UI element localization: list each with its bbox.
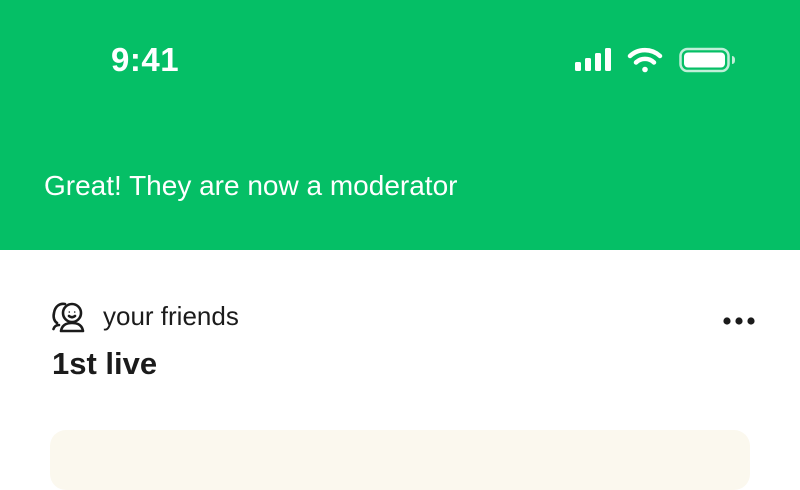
battery-icon bbox=[679, 47, 735, 73]
more-options-button[interactable] bbox=[716, 305, 762, 337]
success-banner: 9:41 Great! They are now a moderator bbox=[0, 0, 800, 250]
content-card bbox=[50, 430, 750, 490]
friends-icon bbox=[52, 302, 85, 333]
status-icons bbox=[575, 47, 735, 73]
audience-row: your friends bbox=[50, 298, 239, 334]
wifi-icon bbox=[627, 47, 663, 73]
banner-message: Great! They are now a moderator bbox=[44, 170, 458, 201]
stream-title: 1st live bbox=[52, 346, 158, 381]
status-time: 9:41 bbox=[111, 41, 180, 78]
audience-label: your friends bbox=[103, 301, 239, 331]
more-horizontal-icon bbox=[723, 317, 755, 325]
cellular-signal-icon bbox=[575, 48, 611, 71]
